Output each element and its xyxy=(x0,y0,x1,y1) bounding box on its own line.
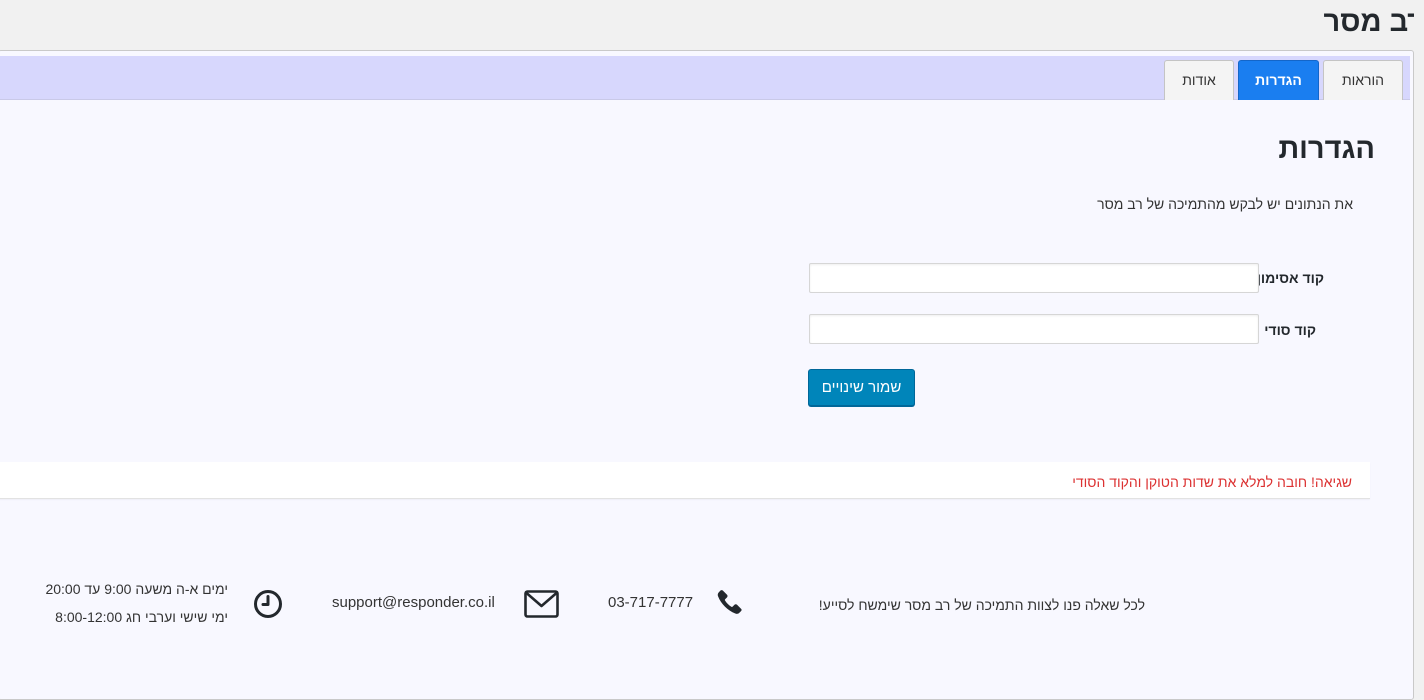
phone-icon xyxy=(717,590,742,614)
support-phone[interactable]: 03-717-7777 xyxy=(608,593,693,613)
tab-about[interactable]: אודות xyxy=(1164,60,1234,100)
envelope-icon xyxy=(524,590,559,618)
token-label: קוד אסימון xyxy=(1256,270,1324,286)
support-email[interactable]: support@responder.co.il xyxy=(332,593,495,613)
token-input[interactable] xyxy=(809,263,1259,293)
support-hours-weekdays: ימים א-ה משעה 9:00 עד 20:00 xyxy=(45,581,228,597)
secret-input[interactable] xyxy=(809,314,1259,344)
support-hours-friday: ימי שישי וערבי חג 8:00-12:00 xyxy=(55,609,228,625)
clock-icon xyxy=(254,590,282,618)
window-edge xyxy=(1414,0,1424,690)
tab-bar: הוראות הגדרות אודות xyxy=(0,56,1410,100)
tab-settings[interactable]: הגדרות xyxy=(1238,60,1319,100)
secret-label: קוד סודי xyxy=(1264,322,1316,338)
tab-instructions[interactable]: הוראות xyxy=(1323,60,1403,100)
save-button[interactable]: שמור שינויים xyxy=(808,369,915,406)
settings-panel: הוראות הגדרות אודות הגדרות את הנתונים יש… xyxy=(0,50,1414,700)
error-notice: שגיאה! חובה למלא את שדות הטוקן והקוד הסו… xyxy=(0,462,1370,499)
section-heading: הגדרות xyxy=(1278,133,1375,165)
error-notice-text: שגיאה! חובה למלא את שדות הטוקן והקוד הסו… xyxy=(1072,474,1352,490)
intro-text: את הנתונים יש לבקש מהתמיכה של רב מסר xyxy=(1097,196,1353,212)
support-help-text: לכל שאלה פנו לצוות התמיכה של רב מסר שימש… xyxy=(818,597,1145,613)
page-title: רב מסר xyxy=(1323,6,1424,38)
